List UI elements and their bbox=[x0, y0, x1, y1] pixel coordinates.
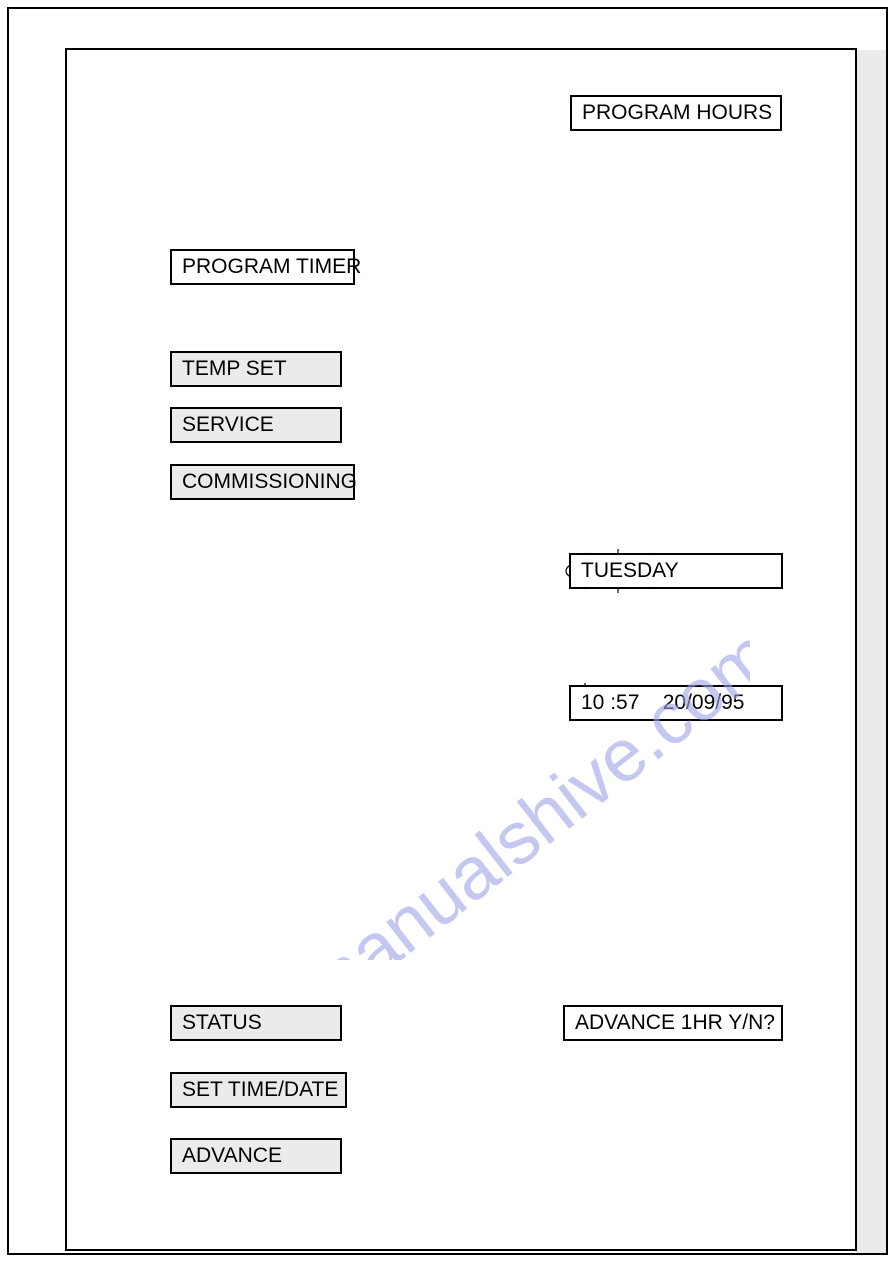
day-display: TUESDAY bbox=[569, 553, 783, 589]
advance-button[interactable]: ADVANCE bbox=[170, 1138, 342, 1174]
commissioning-button[interactable]: COMMISSIONING bbox=[170, 464, 355, 500]
program-timer-box: PROGRAM TIMER bbox=[170, 249, 355, 285]
status-button[interactable]: STATUS bbox=[170, 1005, 342, 1041]
temp-set-button[interactable]: TEMP SET bbox=[170, 351, 342, 387]
service-button[interactable]: SERVICE bbox=[170, 407, 342, 443]
program-hours-box: PROGRAM HOURS bbox=[570, 95, 782, 131]
inner-border bbox=[65, 48, 857, 1251]
set-time-date-button[interactable]: SET TIME/DATE bbox=[170, 1072, 347, 1108]
time-date-display: 10 :57 20/09/95 bbox=[569, 685, 783, 721]
advance-prompt-display: ADVANCE 1HR Y/N? bbox=[563, 1005, 783, 1041]
side-shade bbox=[857, 50, 886, 1253]
